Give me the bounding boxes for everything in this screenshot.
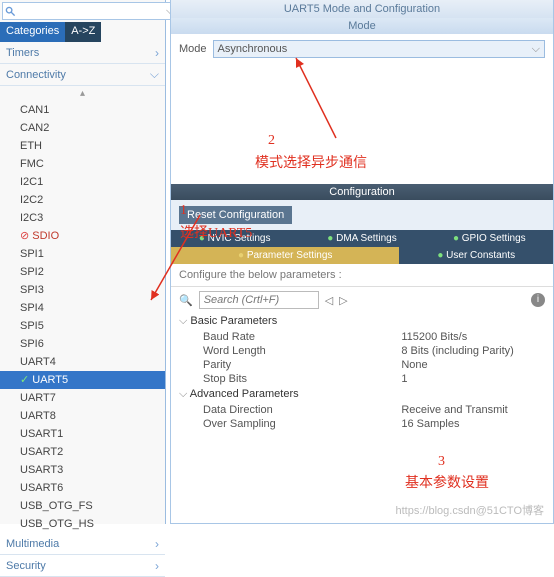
periph-usart3[interactable]: USART3: [0, 461, 165, 479]
periph-spi1[interactable]: SPI1: [0, 245, 165, 263]
periph-i2c2[interactable]: I2C2: [0, 191, 165, 209]
periph-usart2[interactable]: USART2: [0, 443, 165, 461]
periph-uart4[interactable]: UART4: [0, 353, 165, 371]
param-filter-input[interactable]: [199, 291, 319, 309]
periph-i2c1[interactable]: I2C1: [0, 173, 165, 191]
pin-icon: ▴: [0, 86, 165, 101]
param-stop[interactable]: Stop Bits1: [179, 372, 545, 386]
expand-icon[interactable]: ▷: [339, 294, 347, 307]
reset-config-button[interactable]: Reset Configuration: [179, 206, 292, 224]
periph-i2c3[interactable]: I2C3: [0, 209, 165, 227]
watermark: https://blog.csdn@51CTO博客: [395, 502, 544, 518]
config-label: Configure the below parameters :: [171, 264, 553, 287]
periph-usart1[interactable]: USART1: [0, 425, 165, 443]
tab-az[interactable]: A->Z: [65, 22, 101, 42]
info-icon[interactable]: i: [531, 293, 545, 307]
chevron-down-icon: ⌵: [150, 67, 159, 82]
search-input[interactable]: [17, 5, 163, 17]
periph-eth[interactable]: ETH: [0, 137, 165, 155]
param-baud[interactable]: Baud Rate115200 Bits/s: [179, 330, 545, 344]
periph-uart5[interactable]: UART5: [0, 371, 165, 389]
section-multimedia[interactable]: Multimedia›: [0, 533, 165, 555]
peripheral-list: CAN1 CAN2 ETH FMC I2C1 I2C2 I2C3 SDIO SP…: [0, 101, 165, 533]
chevron-right-icon: ›: [155, 559, 159, 573]
periph-can1[interactable]: CAN1: [0, 101, 165, 119]
search-box: ⌵: [2, 2, 178, 20]
tab-gpio[interactable]: GPIO Settings: [426, 230, 553, 247]
param-parity[interactable]: ParityNone: [179, 358, 545, 372]
param-oversampling[interactable]: Over Sampling16 Samples: [179, 417, 545, 431]
tab-user-constants[interactable]: User Constants: [399, 247, 553, 264]
tab-parameter[interactable]: Parameter Settings: [171, 247, 399, 264]
mode-select[interactable]: Asynchronous ⌵: [213, 40, 545, 58]
periph-spi2[interactable]: SPI2: [0, 263, 165, 281]
chevron-down-icon: ⌵: [532, 43, 540, 56]
periph-spi4[interactable]: SPI4: [0, 299, 165, 317]
periph-fmc[interactable]: FMC: [0, 155, 165, 173]
param-direction[interactable]: Data DirectionReceive and Transmit: [179, 403, 545, 417]
periph-uart8[interactable]: UART8: [0, 407, 165, 425]
periph-otghs[interactable]: USB_OTG_HS: [0, 515, 165, 533]
mode-band: Mode: [171, 18, 553, 34]
periph-usart6[interactable]: USART6: [0, 479, 165, 497]
periph-spi6[interactable]: SPI6: [0, 335, 165, 353]
tab-categories[interactable]: Categories: [0, 22, 65, 42]
search-icon: [3, 4, 17, 18]
periph-otgfs[interactable]: USB_OTG_FS: [0, 497, 165, 515]
group-basic[interactable]: Basic Parameters: [179, 313, 545, 330]
param-word[interactable]: Word Length8 Bits (including Parity): [179, 344, 545, 358]
periph-sdio[interactable]: SDIO: [0, 227, 165, 245]
search-icon[interactable]: 🔍: [179, 294, 193, 307]
tab-nvic[interactable]: NVIC Settings: [171, 230, 298, 247]
periph-spi3[interactable]: SPI3: [0, 281, 165, 299]
tab-dma[interactable]: DMA Settings: [298, 230, 425, 247]
group-advanced[interactable]: Advanced Parameters: [179, 386, 545, 403]
periph-uart7[interactable]: UART7: [0, 389, 165, 407]
periph-can2[interactable]: CAN2: [0, 119, 165, 137]
config-band: Configuration: [171, 184, 553, 200]
chevron-right-icon: ›: [155, 46, 159, 60]
mode-value: Asynchronous: [218, 43, 288, 55]
mode-label: Mode: [179, 43, 207, 55]
collapse-icon[interactable]: ◁: [325, 294, 333, 307]
section-connectivity[interactable]: Connectivity⌵: [0, 64, 165, 86]
periph-spi5[interactable]: SPI5: [0, 317, 165, 335]
panel-title: UART5 Mode and Configuration: [171, 0, 553, 18]
chevron-right-icon: ›: [155, 537, 159, 551]
section-security[interactable]: Security›: [0, 555, 165, 577]
section-timers[interactable]: Timers›: [0, 42, 165, 64]
